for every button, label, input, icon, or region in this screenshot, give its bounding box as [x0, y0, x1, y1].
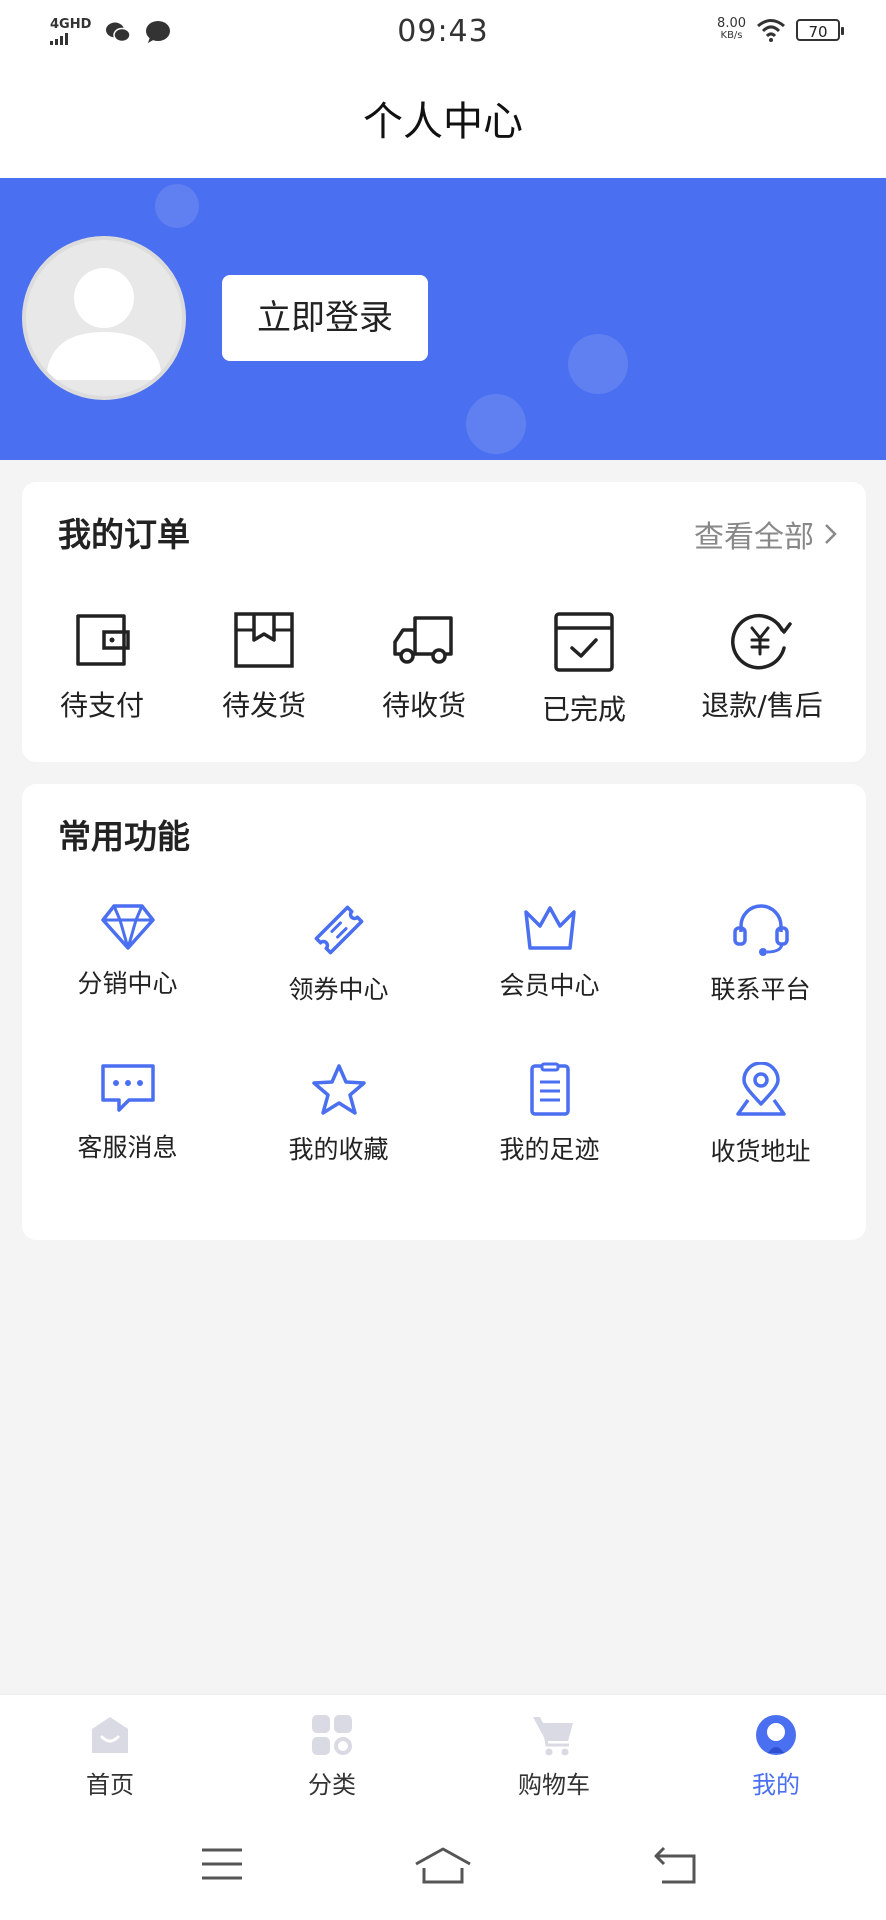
user-icon: [756, 1715, 796, 1755]
title-bar: 个人中心: [0, 66, 886, 178]
func-item-service-messages[interactable]: 客服消息: [22, 1062, 233, 1164]
refund-yen-icon: [731, 613, 792, 670]
back-icon[interactable]: [652, 1846, 698, 1886]
status-right: 8.00 KB/s 70: [717, 16, 844, 42]
tab-label: 首页: [86, 1771, 134, 1799]
tab-category[interactable]: 分类: [252, 1713, 412, 1800]
orders-card: 我的订单 查看全部 待支付 待发货 待收货 已完成 退款/售后: [22, 482, 866, 762]
func-label: 我的足迹: [499, 1135, 600, 1164]
tab-mine[interactable]: 我的: [696, 1713, 856, 1800]
check-calendar-icon: [554, 612, 614, 672]
func-item-favorites[interactable]: 我的收藏: [233, 1062, 444, 1166]
tab-label: 分类: [308, 1771, 356, 1799]
wifi-icon: [757, 19, 785, 42]
status-bar: 4GHD 09:43 8.00 KB/s 70: [0, 0, 886, 66]
menu-icon[interactable]: [200, 1846, 244, 1882]
box-icon: [234, 612, 294, 668]
func-label: 领券中心: [288, 975, 389, 1004]
view-all-orders-link[interactable]: 查看全部: [694, 512, 838, 556]
diamond-icon: [100, 904, 155, 950]
order-status-row: 待支付 待发货 待收货 已完成 退款/售后: [22, 610, 866, 730]
view-all-label: 查看全部: [694, 520, 814, 555]
crown-icon: [523, 906, 576, 950]
order-item-pending-shipment[interactable]: 待发货: [184, 610, 344, 724]
order-label: 退款/售后: [701, 689, 823, 722]
order-item-completed[interactable]: 已完成: [504, 610, 664, 728]
func-item-membership[interactable]: 会员中心: [444, 902, 655, 1002]
coupon-icon: [314, 905, 363, 955]
func-item-distribution[interactable]: 分销中心: [22, 902, 233, 1000]
functions-card: 常用功能 分销中心 领券中心 会员中心 联系平台 客服消息 我的收藏 我的足迹 …: [22, 784, 866, 1240]
cart-icon: [533, 1717, 573, 1756]
func-item-contact-platform[interactable]: 联系平台: [655, 902, 866, 1006]
system-nav-bar: [0, 1818, 886, 1920]
tab-label: 我的: [752, 1771, 800, 1799]
order-label: 已完成: [541, 693, 626, 726]
wallet-icon: [76, 614, 130, 666]
truck-icon: [393, 616, 453, 664]
location-pin-icon: [735, 1062, 786, 1116]
func-item-footprints[interactable]: 我的足迹: [444, 1062, 655, 1166]
speed-value: 8.00: [717, 16, 746, 31]
category-icon: [312, 1715, 352, 1755]
default-avatar-icon: [46, 268, 162, 380]
order-label: 待发货: [221, 689, 306, 722]
order-item-pending-payment[interactable]: 待支付: [22, 610, 182, 724]
chat-bubble-icon: [100, 1064, 155, 1112]
tab-label: 购物车: [518, 1771, 590, 1799]
profile-banner: 立即登录: [0, 178, 886, 460]
speed-unit: KB/s: [720, 30, 743, 41]
order-label: 待收货: [381, 689, 466, 722]
avatar[interactable]: [22, 236, 186, 400]
func-label: 客服消息: [77, 1133, 178, 1162]
functions-title: 常用功能: [58, 817, 190, 856]
order-item-pending-receipt[interactable]: 待收货: [344, 610, 504, 724]
func-item-shipping-address[interactable]: 收货地址: [655, 1062, 866, 1168]
func-item-coupons[interactable]: 领券中心: [233, 902, 444, 1006]
order-item-refund[interactable]: 退款/售后: [682, 610, 842, 724]
decor-bubble: [155, 184, 199, 228]
star-icon: [311, 1064, 366, 1115]
headset-icon: [732, 904, 789, 956]
page-title: 个人中心: [363, 99, 523, 145]
document-icon: [529, 1062, 570, 1116]
func-label: 收货地址: [710, 1137, 811, 1166]
tab-home[interactable]: 首页: [30, 1713, 190, 1800]
orders-title: 我的订单: [58, 515, 190, 554]
func-label: 分销中心: [77, 969, 178, 998]
tab-cart[interactable]: 购物车: [474, 1713, 634, 1800]
decor-bubble: [466, 394, 526, 454]
home-nav-icon[interactable]: [414, 1846, 472, 1886]
bottom-tab-bar: 首页 分类 购物车 我的: [0, 1694, 886, 1819]
order-label: 待支付: [59, 689, 144, 722]
login-button[interactable]: 立即登录: [222, 275, 428, 361]
func-label: 联系平台: [710, 975, 811, 1004]
func-label: 我的收藏: [288, 1135, 389, 1164]
home-icon: [92, 1717, 128, 1753]
decor-bubble: [568, 334, 628, 394]
func-label: 会员中心: [499, 971, 600, 1000]
chevron-right-icon: [825, 524, 837, 544]
battery-icon: 70: [796, 19, 844, 41]
network-speed: 8.00 KB/s: [717, 16, 746, 42]
